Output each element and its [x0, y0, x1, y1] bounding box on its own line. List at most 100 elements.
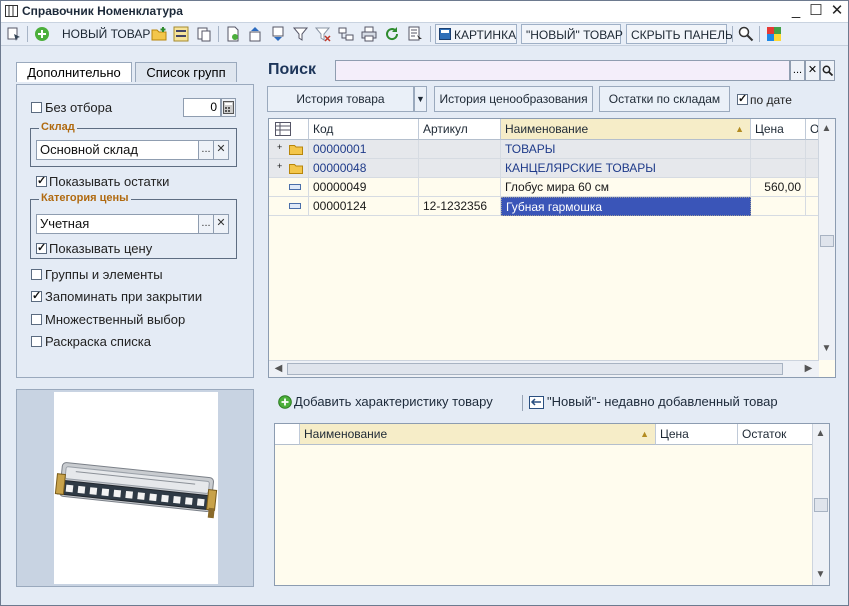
add-characteristic-icon: [278, 395, 292, 409]
remember-on-close-checkbox[interactable]: ✓: [31, 291, 42, 302]
vertical-scrollbar[interactable]: ▲ ▼: [812, 424, 829, 585]
move-up-icon[interactable]: [247, 26, 263, 42]
search-icon[interactable]: [738, 26, 754, 42]
links-separator: [522, 395, 523, 411]
table-row[interactable]: 00000124 12-1232356 Губная гармошка: [269, 197, 819, 216]
no-filter-checkbox[interactable]: [31, 102, 42, 113]
expand-icon[interactable]: +: [277, 159, 282, 176]
add-icon[interactable]: [34, 26, 50, 42]
column-header-price[interactable]: Цена: [751, 119, 806, 140]
new-document-icon[interactable]: [225, 26, 241, 42]
column-header-name[interactable]: Наименование ▲: [300, 424, 656, 445]
expand-icon[interactable]: +: [277, 140, 282, 157]
toolbar-separator: [430, 26, 431, 42]
new-recent-link[interactable]: "Новый"- недавно добавленный товар: [529, 394, 778, 409]
price-category-field[interactable]: Учетная: [36, 214, 199, 234]
scroll-thumb[interactable]: [814, 498, 828, 512]
column-header-code[interactable]: Код: [309, 119, 419, 140]
column-header-name[interactable]: Наименование ▲: [501, 119, 751, 140]
pricing-history-button[interactable]: История ценообразования: [434, 86, 593, 112]
price-category-select-button[interactable]: ...: [198, 214, 214, 234]
list-coloring-checkbox[interactable]: [31, 336, 42, 347]
warehouse-select-button[interactable]: ...: [198, 140, 214, 160]
cell-article: [419, 140, 501, 159]
minimize-button[interactable]: _: [786, 2, 806, 20]
hierarchy-icon[interactable]: [173, 26, 189, 42]
toolbar: НОВЫЙ ТОВАР КАРТИНКА "НОВЫЙ" ТОВАР СКРЫТ…: [1, 23, 848, 46]
row-icon-cell: [269, 197, 309, 216]
search-go-button[interactable]: [820, 60, 835, 81]
filter-settings-icon[interactable]: [338, 26, 354, 42]
column-header-remains[interactable]: Остаток: [738, 424, 813, 445]
sort-icon: ▲: [735, 124, 744, 134]
scroll-up-icon[interactable]: ▲: [819, 121, 834, 136]
calculator-button[interactable]: [221, 98, 236, 117]
show-remains-checkbox[interactable]: ✓: [36, 176, 47, 187]
by-date-checkbox[interactable]: ✓: [737, 94, 748, 105]
horizontal-scrollbar[interactable]: ◀ ▶: [269, 360, 819, 377]
scroll-down-icon[interactable]: ▼: [813, 567, 828, 582]
print-icon[interactable]: [361, 26, 377, 42]
move-down-icon[interactable]: [270, 26, 286, 42]
refresh-icon[interactable]: [384, 26, 400, 42]
toolbar-separator: [218, 26, 219, 42]
add-characteristic-link[interactable]: Добавить характеристику товару: [278, 394, 493, 409]
window-title: Справочник Номенклатура: [22, 4, 183, 18]
scroll-right-icon[interactable]: ▶: [801, 361, 816, 376]
product-history-button[interactable]: История товара: [267, 86, 414, 112]
scroll-thumb[interactable]: [820, 235, 834, 247]
column-header-article[interactable]: Артикул: [419, 119, 501, 140]
search-input[interactable]: [335, 60, 790, 81]
clear-filter-icon[interactable]: [315, 26, 331, 42]
warehouse-clear-button[interactable]: ✕: [213, 140, 229, 160]
column-header-name-label: Наименование: [505, 122, 589, 136]
report-icon[interactable]: [407, 26, 423, 42]
table-row[interactable]: 00000049 Глобус мира 60 см 560,00: [269, 178, 819, 197]
scroll-thumb[interactable]: [287, 363, 783, 375]
color-palette-icon[interactable]: [766, 26, 782, 42]
history-dropdown-button[interactable]: ▼: [414, 86, 427, 112]
price-category-clear-button[interactable]: ✕: [213, 214, 229, 234]
table-settings-header[interactable]: [269, 119, 309, 140]
column-header-price[interactable]: Цена: [656, 424, 738, 445]
item-icon: [289, 184, 301, 190]
multi-select-checkbox[interactable]: [31, 314, 42, 325]
tab-groups-list[interactable]: Список групп: [135, 62, 237, 82]
show-remains-label: Показывать остатки: [49, 174, 170, 189]
search-select-button[interactable]: ...: [790, 60, 805, 81]
no-filter-number-field[interactable]: 0: [183, 98, 221, 117]
scroll-up-icon[interactable]: ▲: [813, 426, 828, 441]
cell-price: [751, 159, 806, 178]
scroll-left-icon[interactable]: ◀: [271, 361, 286, 376]
cell-article: [419, 178, 501, 197]
warehouse-remains-button[interactable]: Остатки по складам: [599, 86, 730, 112]
close-button[interactable]: ✕: [827, 2, 847, 20]
warehouse-field[interactable]: Основной склад: [36, 140, 199, 160]
scroll-down-icon[interactable]: ▼: [819, 341, 834, 356]
new-item-button[interactable]: НОВЫЙ ТОВАР: [58, 24, 150, 44]
search-label: Поиск: [268, 61, 317, 78]
hide-panel-button[interactable]: СКРЫТЬ ПАНЕЛЬ: [626, 24, 733, 44]
table-settings-header[interactable]: [275, 424, 300, 445]
sort-icon: ▲: [640, 429, 649, 439]
maximize-button[interactable]: ☐: [806, 2, 826, 20]
filter-icon[interactable]: [293, 26, 309, 42]
table-row[interactable]: + 00000001 ТОВАРЫ: [269, 140, 819, 159]
new-group-icon[interactable]: [151, 26, 167, 42]
cell-name: КАНЦЕЛЯРСКИЕ ТОВАРЫ: [501, 159, 751, 178]
tab-additional[interactable]: Дополнительно: [16, 62, 132, 82]
copy-icon[interactable]: [196, 26, 212, 42]
show-price-checkbox[interactable]: ✓: [36, 243, 47, 254]
vertical-scrollbar[interactable]: ▲ ▼: [818, 119, 835, 360]
picture-button[interactable]: КАРТИНКА: [435, 24, 517, 44]
new-quoted-button[interactable]: "НОВЫЙ" ТОВАР: [521, 24, 623, 44]
price-category-group-title: Категория цены: [39, 192, 131, 204]
cell-code: 00000001: [309, 140, 419, 159]
cell-article: [419, 159, 501, 178]
groups-elements-checkbox[interactable]: [31, 269, 42, 280]
actions-menu-icon[interactable]: [6, 26, 22, 42]
table-row[interactable]: + 00000048 КАНЦЕЛЯРСКИЕ ТОВАРЫ: [269, 159, 819, 178]
search-clear-button[interactable]: ✕: [805, 60, 820, 81]
main-window: Справочник Номенклатура _ ☐ ✕ НОВЫЙ ТОВА…: [0, 0, 849, 606]
harmonica-image: [54, 462, 218, 519]
